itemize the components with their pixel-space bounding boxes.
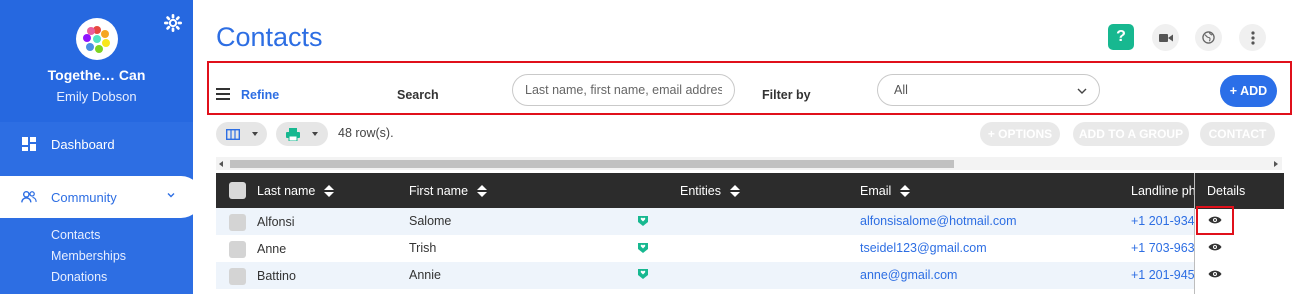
org-name: Togethe… Can — [47, 67, 146, 83]
scroll-left-icon[interactable] — [219, 161, 223, 167]
add-to-group-button[interactable]: ADD TO A GROUP — [1073, 122, 1189, 146]
column-label: Landline ph — [1131, 184, 1194, 198]
add-button[interactable]: + ADD — [1220, 75, 1277, 107]
cell-email[interactable]: tseidel123@gmail.com — [860, 241, 987, 255]
filter-by-label: Filter by — [762, 88, 811, 102]
org-block: Togethe… Can Emily Dobson — [0, 0, 193, 122]
table-row: Alfonsi Salome alfonsisalome@hotmail.com… — [216, 208, 1194, 235]
eye-icon[interactable] — [1208, 269, 1222, 279]
globe-button[interactable] — [1195, 24, 1222, 51]
details-highlight-box — [1196, 206, 1234, 235]
nav-item-community[interactable]: Community — [0, 176, 202, 218]
org-avatar[interactable] — [76, 18, 118, 60]
row-checkbox[interactable] — [229, 268, 246, 285]
help-button[interactable]: ? — [1108, 24, 1134, 50]
column-label: Email — [860, 184, 892, 198]
column-header-entities[interactable]: Entities — [680, 184, 741, 198]
hamburger-menu-icon[interactable] — [216, 88, 230, 100]
cell-last-name: Battino — [257, 269, 296, 283]
row-checkbox[interactable] — [229, 241, 246, 258]
chevron-down-icon — [1077, 88, 1087, 94]
cell-email[interactable]: anne@gmail.com — [860, 268, 957, 282]
options-button[interactable]: + OPTIONS — [980, 122, 1060, 146]
sidebar-sub-donations[interactable]: Donations — [51, 270, 107, 284]
cell-landline[interactable]: +1 201-945 — [1131, 268, 1194, 282]
eye-icon[interactable] — [1208, 242, 1222, 252]
row-count: 48 row(s). — [338, 126, 394, 140]
row-checkbox[interactable] — [229, 214, 246, 231]
cell-landline[interactable]: +1 703-963 — [1131, 241, 1194, 255]
more-options-button[interactable] — [1239, 24, 1266, 51]
sidebar-sub-memberships[interactable]: Memberships — [51, 249, 126, 263]
heart-badge-icon — [638, 216, 648, 226]
cell-email[interactable]: alfonsisalome@hotmail.com — [860, 214, 1017, 228]
chevron-down-icon — [167, 193, 175, 198]
filter-highlight-box — [207, 61, 1292, 115]
cell-first-name: Salome — [409, 214, 452, 228]
community-icon — [21, 190, 37, 203]
globe-icon — [1202, 31, 1215, 44]
column-label: Last name — [257, 184, 316, 198]
filter-select[interactable]: All — [877, 74, 1100, 106]
sort-icon — [730, 185, 740, 197]
table-header — [216, 173, 1284, 209]
cell-first-name: Annie — [409, 268, 441, 282]
cell-first-name: Trish — [409, 241, 437, 255]
org-logo-icon — [83, 26, 110, 53]
column-header-email[interactable]: Email — [860, 184, 911, 198]
scroll-right-icon[interactable] — [1274, 161, 1278, 167]
video-camera-icon — [1158, 33, 1173, 42]
sort-icon — [900, 185, 911, 197]
columns-view-button[interactable] — [216, 122, 267, 146]
column-label: First name — [409, 184, 469, 198]
scrollbar-thumb[interactable] — [230, 160, 954, 168]
search-input[interactable] — [512, 74, 735, 106]
sidebar-sub-contacts[interactable]: Contacts — [51, 228, 100, 242]
column-header-first-name[interactable]: First name — [409, 184, 488, 198]
cell-last-name: Anne — [257, 242, 287, 256]
select-all-checkbox[interactable] — [229, 182, 246, 199]
filter-select-value: All — [894, 83, 908, 97]
table-row: Anne Trish tseidel123@gmail.com +1 703-9… — [216, 235, 1194, 262]
cell-landline[interactable]: +1 201-934 — [1131, 214, 1194, 228]
sort-icon — [324, 185, 335, 197]
cell-last-name: Alfonsi — [257, 215, 295, 229]
column-label: Entities — [680, 184, 721, 198]
print-export-button[interactable] — [276, 122, 328, 146]
column-header-last-name[interactable]: Last name — [257, 184, 335, 198]
heart-badge-icon — [638, 243, 648, 253]
table-row: Battino Annie anne@gmail.com +1 201-945 — [216, 262, 1194, 289]
column-header-landline[interactable]: Landline ph — [1131, 184, 1194, 198]
printer-icon — [286, 127, 300, 141]
dropdown-caret-icon — [252, 132, 258, 136]
gear-icon[interactable] — [164, 14, 182, 32]
nav-label-community: Community — [51, 189, 117, 205]
dropdown-caret-icon — [312, 132, 318, 136]
heart-badge-icon — [638, 269, 648, 279]
columns-icon — [226, 128, 240, 140]
dashboard-icon — [22, 137, 36, 151]
user-name: Emily Dobson — [56, 89, 137, 104]
sort-icon — [477, 185, 488, 197]
nav-label-dashboard: Dashboard — [51, 136, 115, 152]
page-title: Contacts — [216, 22, 323, 52]
nav-item-dashboard[interactable]: Dashboard — [0, 124, 193, 164]
contact-button[interactable]: CONTACT — [1200, 122, 1275, 146]
search-label: Search — [397, 88, 439, 102]
refine-link[interactable]: Refine — [241, 88, 279, 102]
column-header-details: Details — [1207, 184, 1246, 198]
more-vertical-icon — [1250, 30, 1255, 45]
sidebar: Togethe… Can Emily Dobson Dashboard Comm… — [0, 0, 202, 294]
video-button[interactable] — [1152, 24, 1179, 51]
